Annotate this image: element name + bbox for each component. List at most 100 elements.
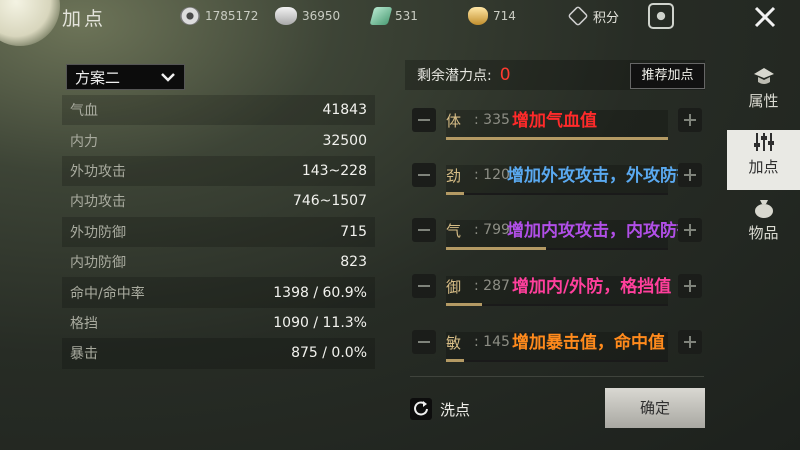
increase-button[interactable]	[678, 163, 702, 187]
attribute-fill	[446, 192, 464, 195]
stat-value: 1398 / 60.9%	[273, 284, 367, 301]
reset-label: 洗点	[440, 400, 471, 419]
page-title: 加点	[62, 8, 107, 30]
stat-name: 内功防御	[70, 255, 126, 272]
tab-add-points[interactable]: 加点	[727, 130, 800, 190]
sliders-icon	[753, 133, 774, 151]
resource-silver: 36950	[275, 6, 340, 26]
score-label: 积分	[593, 10, 620, 26]
attribute-name: 御	[446, 278, 462, 296]
attribute-name: 体	[446, 112, 462, 130]
stat-row: 内功防御 823	[62, 247, 375, 277]
attribute-description: 增加内/外防，格挡值	[512, 277, 672, 297]
attribute-name: 劲	[446, 167, 462, 185]
stat-row: 内力 32500	[62, 125, 375, 155]
chevron-down-icon	[161, 73, 175, 82]
stat-value: 875 / 0.0%	[291, 345, 367, 362]
resource-silver-value: 36950	[302, 9, 341, 23]
attribute-row-strength: 劲 : 120 增加外攻攻击，外攻防御	[412, 159, 704, 195]
side-tabs: 属性 加点 物品	[727, 58, 800, 256]
potential-value: 0	[499, 65, 511, 85]
attribute-name: 敏	[446, 334, 462, 352]
attribute-description: 增加外攻攻击，外攻防御	[507, 166, 694, 186]
increase-button[interactable]	[678, 218, 702, 242]
scheme-selected: 方案二	[75, 68, 121, 87]
scheme-dropdown[interactable]: 方案二	[66, 64, 185, 90]
tab-items[interactable]: 物品	[727, 196, 800, 256]
stat-row: 内功攻击 746~1507	[62, 186, 375, 216]
stat-name: 内功攻击	[70, 194, 126, 211]
attribute-value: : 120	[474, 167, 510, 183]
attribute-fill	[446, 247, 546, 250]
stat-value: 823	[340, 254, 367, 271]
attribute-name: 气	[446, 222, 462, 240]
attribute-row-defense: 御 : 287 增加内/外防，格挡值	[412, 270, 704, 306]
decrease-button[interactable]	[412, 218, 436, 242]
tab-attributes[interactable]: 属性	[727, 64, 800, 124]
attribute-value: : 145	[474, 334, 510, 350]
gold-ingot-icon	[468, 7, 488, 25]
stat-value: 715	[340, 223, 367, 240]
attribute-value: : 287	[474, 278, 510, 294]
attribute-fill	[446, 303, 482, 306]
stat-name: 命中/命中率	[70, 285, 145, 302]
resource-jade: 531	[369, 6, 418, 26]
stat-row: 暴击 875 / 0.0%	[62, 338, 375, 369]
score-icon	[567, 5, 589, 27]
reset-icon	[410, 398, 432, 420]
attribute-description: 增加内攻攻击，内攻防御	[507, 221, 694, 241]
attribute-row-qi: 气 : 799 增加内攻攻击，内攻防御	[412, 214, 704, 250]
divider	[410, 376, 704, 377]
decrease-button[interactable]	[412, 108, 436, 132]
decrease-button[interactable]	[412, 330, 436, 354]
tab-add-points-label: 加点	[748, 158, 779, 176]
increase-button[interactable]	[678, 108, 702, 132]
resource-gold-value: 714	[493, 9, 516, 23]
attribute-row-agility: 敏 : 145 增加暴击值，命中值	[412, 326, 704, 362]
stat-value: 32500	[322, 132, 367, 149]
stat-value: 1090 / 11.3%	[273, 314, 367, 331]
hat-icon	[753, 68, 774, 84]
stat-row: 命中/命中率 1398 / 60.9%	[62, 277, 375, 308]
film-reel-icon	[180, 7, 200, 25]
stat-row: 外功防御 715	[62, 216, 375, 247]
increase-button[interactable]	[678, 330, 702, 354]
resource-film-value: 1785172	[205, 9, 259, 23]
stat-row: 气血 41843	[62, 95, 375, 126]
attribute-fill	[446, 137, 668, 140]
stat-value: 41843	[322, 102, 367, 119]
stat-name: 格挡	[70, 315, 98, 332]
resource-gold: 714	[468, 6, 516, 26]
stat-row: 格挡 1090 / 11.3%	[62, 308, 375, 338]
close-button[interactable]	[740, 0, 788, 32]
resource-jade-value: 531	[395, 9, 418, 23]
stat-name: 外功防御	[70, 224, 126, 241]
attribute-description: 增加暴击值，命中值	[512, 333, 665, 353]
decrease-button[interactable]	[412, 274, 436, 298]
stat-name: 内力	[70, 133, 98, 150]
stat-name: 气血	[70, 103, 98, 120]
attribute-fill	[446, 359, 464, 362]
attribute-description: 增加气血值	[512, 111, 597, 131]
resource-film: 1785172	[180, 6, 258, 26]
emblem-icon[interactable]	[648, 3, 674, 29]
attribute-value: : 335	[474, 112, 510, 128]
tab-attributes-label: 属性	[748, 92, 779, 110]
top-bar: 加点 1785172 36950 531 714 积分	[0, 0, 800, 32]
attribute-row-constitution: 体 : 335 增加气血值	[412, 104, 704, 140]
stat-name: 暴击	[70, 346, 98, 363]
close-icon	[754, 6, 776, 28]
decrease-button[interactable]	[412, 163, 436, 187]
jade-icon	[369, 7, 393, 25]
stat-value: 143~228	[301, 162, 367, 179]
silver-ingot-icon	[275, 7, 297, 25]
stat-value: 746~1507	[292, 193, 367, 210]
tab-items-label: 物品	[748, 224, 779, 242]
reset-points-button[interactable]: 洗点	[410, 396, 482, 422]
confirm-button[interactable]: 确定	[605, 388, 705, 428]
score-button[interactable]: 积分	[567, 5, 620, 27]
stats-table: 气血 41843 内力 32500 外功攻击 143~228 内功攻击 746~…	[62, 95, 375, 369]
stat-row: 外功攻击 143~228	[62, 155, 375, 187]
increase-button[interactable]	[678, 274, 702, 298]
recommend-button[interactable]: 推荐加点	[630, 63, 705, 89]
